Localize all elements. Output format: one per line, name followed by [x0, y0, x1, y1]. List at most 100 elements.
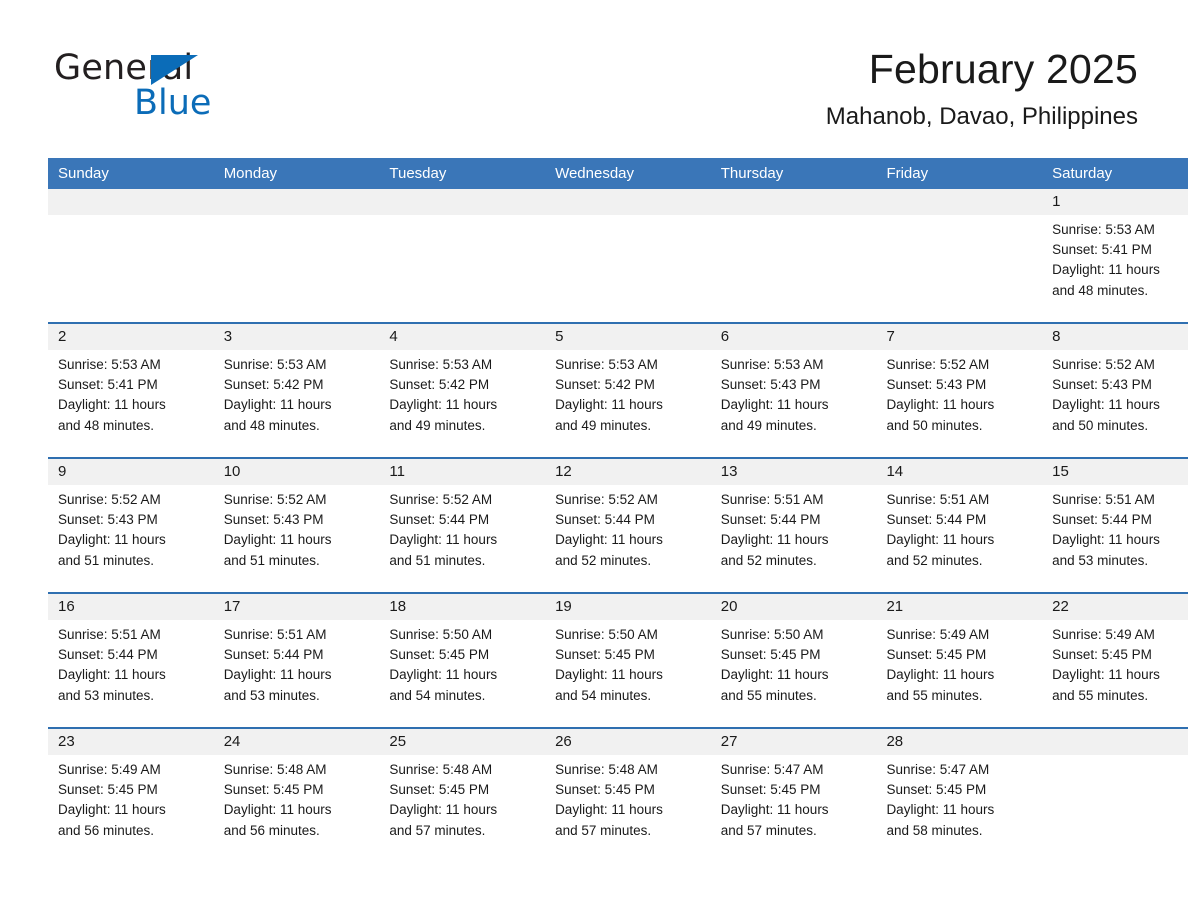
day-number-band	[213, 189, 380, 215]
day-detail-line: and 57 minutes.	[720, 822, 817, 838]
day-detail-line: Sunrise: 5:51 AM	[1052, 492, 1155, 507]
day-detail-line: Sunrise: 5:53 AM	[223, 357, 327, 372]
calendar-day-cell[interactable]: 4 Sunrise: 5:53 AM Sunset: 5:42 PM Daylight…	[379, 322, 546, 458]
day-number: 23	[58, 733, 75, 750]
day-detail-line: Daylight: 11 hours	[886, 667, 995, 683]
day-cell-inner: 5 Sunrise: 5:53 AM Sunset: 5:42 PM Daylight…	[545, 324, 711, 457]
calendar-day-cell[interactable]: 8 Sunrise: 5:52 AM Sunset: 5:43 PM Daylight…	[1042, 322, 1188, 458]
day-detail-line: Sunset: 5:43 PM	[223, 512, 324, 528]
calendar-page: General Blue February 2025 Mahanob, Dava…	[0, 0, 1188, 918]
day-detail-line: Daylight: 11 hours	[58, 532, 166, 548]
day-detail-line: Sunrise: 5:52 AM	[1052, 357, 1155, 372]
day-number-band: 18	[379, 594, 546, 620]
day-number: 3	[223, 328, 233, 345]
day-number-band	[379, 189, 546, 215]
day-number: 13	[720, 463, 738, 480]
day-detail-line: Sunset: 5:44 PM	[555, 512, 655, 528]
day-details: Sunrise: 5:48 AM Sunset: 5:45 PM Daylight:…	[214, 755, 380, 841]
calendar-day-cell[interactable]: 22 Sunrise: 5:49 AM Sunset: 5:45 PM Dayligh…	[1042, 592, 1188, 728]
day-detail-line: Sunset: 5:41 PM	[58, 377, 158, 393]
day-cell-inner: 24 Sunrise: 5:48 AM Sunset: 5:45 PM Dayligh…	[213, 729, 380, 862]
day-detail-line: Sunrise: 5:50 AM	[389, 627, 493, 642]
calendar-day-cell[interactable]: 10 Sunrise: 5:52 AM Sunset: 5:43 PM Dayligh…	[213, 457, 380, 593]
day-detail-line: Sunset: 5:44 PM	[223, 647, 324, 663]
day-details: Sunrise: 5:51 AM Sunset: 5:44 PM Daylight:…	[1042, 485, 1188, 571]
day-cell-inner: 27 Sunrise: 5:47 AM Sunset: 5:45 PM Dayligh…	[710, 729, 877, 862]
calendar-day-cell[interactable]: 7 Sunrise: 5:52 AM Sunset: 5:43 PM Daylight…	[876, 322, 1043, 458]
day-detail-line: Sunset: 5:42 PM	[555, 377, 655, 393]
calendar-day-cell[interactable]: 25 Sunrise: 5:48 AM Sunset: 5:45 PM Dayligh…	[379, 727, 546, 862]
day-detail-line: Sunset: 5:44 PM	[58, 647, 158, 663]
calendar-day-cell[interactable]: 19 Sunrise: 5:50 AM Sunset: 5:45 PM Dayligh…	[545, 592, 711, 728]
day-detail-line: Sunrise: 5:51 AM	[223, 627, 327, 642]
day-detail-line: Sunset: 5:45 PM	[720, 647, 821, 663]
day-detail-line: Daylight: 11 hours	[1052, 667, 1160, 683]
day-detail-line: and 48 minutes.	[1052, 282, 1149, 298]
day-detail-line: Daylight: 11 hours	[58, 397, 166, 413]
calendar-day-cell[interactable]: 18 Sunrise: 5:50 AM Sunset: 5:45 PM Dayligh…	[379, 592, 546, 728]
calendar-day-cell[interactable]: 5 Sunrise: 5:53 AM Sunset: 5:42 PM Daylight…	[545, 322, 711, 458]
day-cell-inner: 12 Sunrise: 5:52 AM Sunset: 5:44 PM Dayligh…	[545, 459, 711, 592]
day-detail-line: Daylight: 11 hours	[1052, 397, 1160, 413]
generalblue-logo[interactable]: General Blue	[54, 50, 384, 140]
day-number-band: 5	[545, 324, 711, 350]
day-detail-line: Daylight: 11 hours	[223, 802, 332, 818]
day-detail-line: Sunrise: 5:49 AM	[886, 627, 990, 642]
calendar-day-cell[interactable]: 20 Sunrise: 5:50 AM Sunset: 5:45 PM Dayligh…	[710, 592, 877, 728]
day-number: 18	[389, 598, 407, 615]
day-detail-line: and 54 minutes.	[555, 687, 652, 703]
day-cell-inner	[710, 189, 877, 322]
day-cell-inner: 21 Sunrise: 5:49 AM Sunset: 5:45 PM Dayligh…	[876, 594, 1043, 727]
day-details: Sunrise: 5:52 AM Sunset: 5:44 PM Daylight:…	[379, 485, 545, 571]
calendar-day-cell[interactable]: 1 Sunrise: 5:53 AM Sunset: 5:41 PM Daylight…	[1042, 189, 1188, 323]
day-detail-line: Sunrise: 5:52 AM	[58, 492, 161, 507]
day-number: 21	[886, 598, 904, 615]
day-detail-line: Sunrise: 5:48 AM	[555, 762, 658, 777]
day-number: 1	[1052, 193, 1061, 210]
day-detail-line: Daylight: 11 hours	[555, 802, 663, 818]
day-detail-line: Sunrise: 5:53 AM	[555, 357, 658, 372]
day-detail-line: and 58 minutes.	[886, 822, 983, 838]
day-number-band: 23	[48, 729, 214, 755]
day-cell-inner: 10 Sunrise: 5:52 AM Sunset: 5:43 PM Dayligh…	[213, 459, 380, 592]
day-cell-inner: 14 Sunrise: 5:51 AM Sunset: 5:44 PM Dayligh…	[876, 459, 1043, 592]
calendar-day-cell[interactable]: 28 Sunrise: 5:47 AM Sunset: 5:45 PM Dayligh…	[876, 727, 1043, 862]
day-number: 15	[1052, 463, 1069, 480]
day-number: 12	[555, 463, 572, 480]
calendar-day-cell[interactable]: 2 Sunrise: 5:53 AM Sunset: 5:41 PM Daylight…	[48, 322, 214, 458]
day-detail-line: Sunrise: 5:49 AM	[1052, 627, 1155, 642]
calendar-day-cell[interactable]: 3 Sunrise: 5:53 AM Sunset: 5:42 PM Daylight…	[213, 322, 380, 458]
day-detail-line: Sunset: 5:44 PM	[1052, 512, 1152, 528]
weekday-header-tuesday: Tuesday	[389, 164, 447, 182]
calendar-day-cell-empty	[710, 189, 877, 323]
day-cell-inner	[545, 189, 711, 322]
calendar-day-cell[interactable]: 17 Sunrise: 5:51 AM Sunset: 5:44 PM Dayligh…	[213, 592, 380, 728]
day-number-band: 11	[379, 459, 546, 485]
calendar-day-cell[interactable]: 27 Sunrise: 5:47 AM Sunset: 5:45 PM Dayligh…	[710, 727, 877, 862]
calendar-day-cell[interactable]: 21 Sunrise: 5:49 AM Sunset: 5:45 PM Dayligh…	[876, 592, 1043, 728]
calendar-day-cell[interactable]: 15 Sunrise: 5:51 AM Sunset: 5:44 PM Dayligh…	[1042, 457, 1188, 593]
day-detail-line: Daylight: 11 hours	[886, 532, 995, 548]
day-detail-line: Sunset: 5:44 PM	[886, 512, 987, 528]
calendar-day-cell[interactable]: 9 Sunrise: 5:52 AM Sunset: 5:43 PM Daylight…	[48, 457, 214, 593]
calendar-day-cell[interactable]: 16 Sunrise: 5:51 AM Sunset: 5:44 PM Dayligh…	[48, 592, 214, 728]
day-cell-inner	[876, 189, 1043, 322]
day-detail-line: Sunset: 5:45 PM	[886, 647, 987, 663]
day-number: 26	[555, 733, 572, 750]
calendar-day-cell[interactable]: 26 Sunrise: 5:48 AM Sunset: 5:45 PM Dayligh…	[545, 727, 711, 862]
calendar-day-cell[interactable]: 13 Sunrise: 5:51 AM Sunset: 5:44 PM Dayligh…	[710, 457, 877, 593]
calendar-day-cell[interactable]: 11 Sunrise: 5:52 AM Sunset: 5:44 PM Dayligh…	[379, 457, 546, 593]
calendar-day-cell[interactable]: 14 Sunrise: 5:51 AM Sunset: 5:44 PM Dayligh…	[876, 457, 1043, 593]
calendar-day-cell[interactable]: 24 Sunrise: 5:48 AM Sunset: 5:45 PM Dayligh…	[213, 727, 380, 862]
calendar-day-cell[interactable]: 23 Sunrise: 5:49 AM Sunset: 5:45 PM Dayligh…	[48, 727, 214, 862]
calendar-day-cell[interactable]: 6 Sunrise: 5:53 AM Sunset: 5:43 PM Daylight…	[710, 322, 877, 458]
day-cell-inner: 8 Sunrise: 5:52 AM Sunset: 5:43 PM Daylight…	[1042, 324, 1188, 457]
weekday-header-wednesday: Wednesday	[555, 164, 635, 182]
day-number-band: 12	[545, 459, 711, 485]
calendar-day-cell-empty	[876, 189, 1043, 323]
calendar-day-cell-empty	[545, 189, 711, 323]
calendar-day-cell[interactable]: 12 Sunrise: 5:52 AM Sunset: 5:44 PM Dayligh…	[545, 457, 711, 593]
day-detail-line: and 49 minutes.	[555, 417, 652, 433]
logo-text-blue: Blue	[134, 83, 212, 123]
day-cell-inner: 26 Sunrise: 5:48 AM Sunset: 5:45 PM Dayligh…	[545, 729, 711, 862]
